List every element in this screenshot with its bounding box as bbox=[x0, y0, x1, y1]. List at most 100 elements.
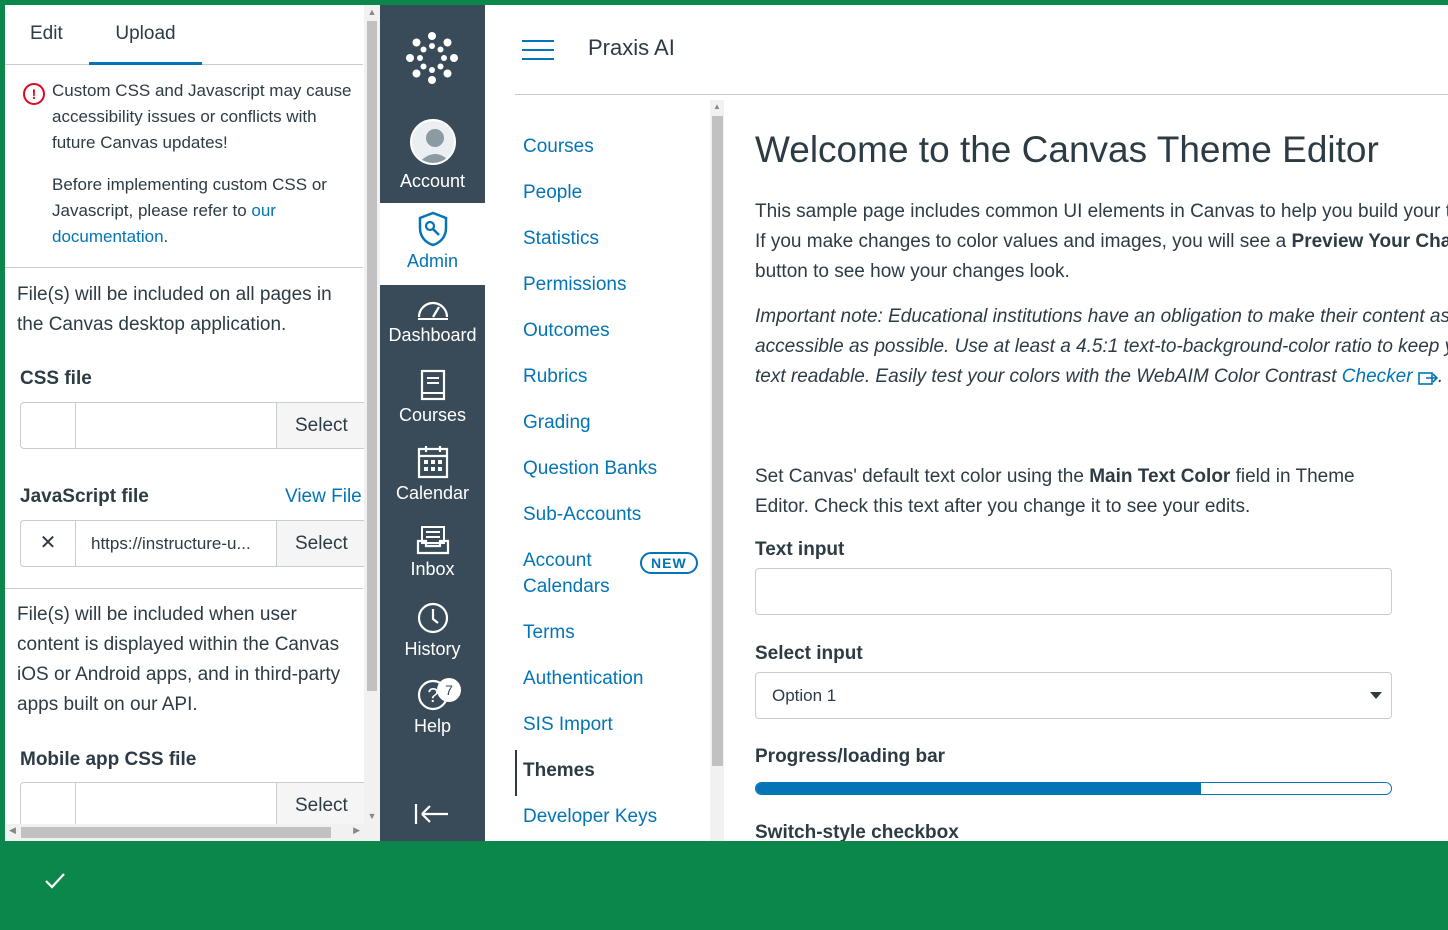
sample-select-input[interactable]: Option 1 bbox=[755, 672, 1392, 719]
nav-admin[interactable]: Admin bbox=[380, 203, 485, 285]
css-file-input[interactable]: Select bbox=[20, 402, 371, 449]
subnav-item-developer-keys[interactable]: Developer Keys bbox=[523, 804, 657, 830]
close-icon[interactable]: ✕ bbox=[21, 521, 76, 566]
nav-history-label: History bbox=[404, 639, 461, 659]
page-title: Praxis AI bbox=[588, 35, 675, 60]
inbox-icon bbox=[416, 526, 449, 555]
mobile-css-file-select-button[interactable]: Select bbox=[276, 783, 371, 828]
nav-history[interactable]: History bbox=[380, 601, 485, 660]
scroll-up-arrow-icon[interactable]: ▲ bbox=[713, 102, 721, 111]
scroll-down-arrow-icon[interactable]: ▼ bbox=[364, 811, 380, 821]
warning-icon: ! bbox=[23, 83, 45, 105]
check-icon bbox=[45, 873, 65, 889]
desktop-description: File(s) will be included on all pages in… bbox=[17, 284, 332, 335]
mobile-css-file-input[interactable]: Select bbox=[20, 782, 371, 829]
css-file-select-button[interactable]: Select bbox=[276, 403, 371, 448]
css-file-clear bbox=[21, 403, 76, 448]
global-navigation: Account Admin Dashboard Courses Calendar… bbox=[380, 5, 485, 841]
clock-icon bbox=[417, 602, 448, 634]
scrollbar-thumb[interactable] bbox=[21, 827, 331, 838]
js-file-input[interactable]: ✕ https://instructure-u... Select bbox=[20, 520, 371, 567]
documentation-note-suffix: . bbox=[163, 227, 169, 246]
nav-dashboard[interactable]: Dashboard bbox=[380, 295, 485, 346]
nav-inbox[interactable]: Inbox bbox=[380, 525, 485, 580]
css-file-label: CSS file bbox=[20, 368, 92, 389]
tab-upload[interactable]: Upload bbox=[89, 5, 202, 65]
subnav-item-themes[interactable]: Themes bbox=[523, 758, 595, 784]
subnav-item-authentication[interactable]: Authentication bbox=[523, 666, 643, 692]
nav-calendar[interactable]: Calendar bbox=[380, 445, 485, 504]
editor-horizontal-scrollbar[interactable]: ◀ ▶ bbox=[5, 824, 364, 841]
text-input-label: Text input bbox=[755, 539, 845, 560]
nav-courses-label: Courses bbox=[398, 405, 467, 425]
subnav-item-permissions[interactable]: Permissions bbox=[523, 272, 626, 298]
theme-preview-content: Welcome to the Canvas Theme Editor This … bbox=[755, 96, 1448, 841]
subnav-item-sub-accounts[interactable]: Sub-Accounts bbox=[523, 502, 641, 528]
nav-account[interactable]: Account bbox=[380, 119, 485, 203]
editor-vertical-scrollbar[interactable]: ▲ ▼ bbox=[364, 5, 380, 841]
canvas-logo-icon[interactable] bbox=[404, 30, 460, 86]
subnav-item-sis-import[interactable]: SIS Import bbox=[523, 712, 613, 738]
nav-courses[interactable]: Courses bbox=[380, 369, 485, 426]
divider bbox=[5, 267, 363, 268]
scroll-left-arrow-icon[interactable]: ◀ bbox=[9, 825, 16, 836]
dashboard-gauge-icon bbox=[417, 301, 448, 320]
js-file-label: JavaScript file bbox=[20, 486, 149, 507]
subnav-item-statistics[interactable]: Statistics bbox=[523, 226, 599, 252]
subnav-item-courses[interactable]: Courses bbox=[523, 134, 594, 160]
subnav-item-grading[interactable]: Grading bbox=[523, 410, 591, 436]
sample-text-input[interactable] bbox=[755, 568, 1392, 615]
documentation-note-prefix: Before implementing custom CSS or Javasc… bbox=[52, 175, 327, 220]
external-link-icon bbox=[1418, 372, 1438, 385]
subnav-item-outcomes[interactable]: Outcomes bbox=[523, 318, 610, 344]
documentation-note: Before implementing custom CSS or Javasc… bbox=[52, 172, 353, 250]
nav-inbox-label: Inbox bbox=[410, 559, 455, 579]
mobile-css-file-label: Mobile app CSS file bbox=[20, 749, 197, 770]
divider bbox=[5, 588, 363, 589]
js-file-select-button[interactable]: Select bbox=[276, 521, 371, 566]
collapse-nav-icon[interactable] bbox=[414, 802, 450, 826]
subnav-item-account-calendars[interactable]: Account Calendars bbox=[523, 548, 628, 600]
account-subnav: Courses People Statistics Permissions Ou… bbox=[515, 96, 725, 841]
chevron-down-icon bbox=[1370, 692, 1382, 699]
js-file-value: https://instructure-u... bbox=[91, 534, 251, 553]
subnav-item-question-banks[interactable]: Question Banks bbox=[523, 456, 657, 482]
switch-checkbox-label: Switch-style checkbox bbox=[755, 822, 959, 841]
scrollbar-thumb[interactable] bbox=[367, 21, 377, 691]
intro-bold: Preview Your Changes bbox=[1291, 231, 1448, 252]
warning-text: Custom CSS and Javascript may cause acce… bbox=[52, 81, 352, 152]
progress-bar-fill bbox=[756, 783, 1201, 794]
custom-code-warning: ! Custom CSS and Javascript may cause ac… bbox=[23, 78, 353, 250]
subnav-scrollbar[interactable]: ▲ bbox=[710, 100, 724, 841]
tab-edit[interactable]: Edit bbox=[30, 5, 63, 65]
nav-admin-label: Admin bbox=[406, 251, 459, 271]
app-frame: Edit Upload ! Custom CSS and Javascript … bbox=[5, 5, 1448, 841]
main-text-paragraph: Set Canvas' default text color using the… bbox=[755, 462, 1395, 522]
help-notification-badge: 7 bbox=[437, 678, 461, 702]
progress-label: Progress/loading bar bbox=[755, 746, 946, 767]
accessibility-note: Important note: Educational institutions… bbox=[755, 302, 1448, 392]
nav-help[interactable]: ? 7 Help bbox=[380, 678, 485, 737]
editor-tabs: Edit Upload bbox=[5, 5, 363, 65]
scroll-up-arrow-icon[interactable]: ▲ bbox=[364, 7, 380, 17]
nav-calendar-label: Calendar bbox=[395, 483, 470, 503]
subnav-item-terms[interactable]: Terms bbox=[523, 620, 575, 646]
hamburger-menu-icon[interactable] bbox=[522, 40, 554, 67]
subnav-item-people[interactable]: People bbox=[523, 180, 582, 206]
select-value: Option 1 bbox=[772, 686, 837, 705]
mobile-description: File(s) will be included when user conte… bbox=[17, 604, 341, 715]
scrollbar-thumb[interactable] bbox=[712, 116, 723, 766]
theme-editor-panel: Edit Upload ! Custom CSS and Javascript … bbox=[5, 5, 380, 841]
scroll-right-arrow-icon[interactable]: ▶ bbox=[353, 825, 360, 836]
book-icon bbox=[420, 369, 445, 401]
admin-shield-icon bbox=[418, 211, 447, 247]
intro-suffix: button to see how your changes look. bbox=[755, 261, 1070, 282]
top-header: Praxis AI bbox=[515, 5, 1448, 95]
view-file-link[interactable]: View File bbox=[285, 486, 362, 508]
contrast-checker-link-label: Checker bbox=[1341, 366, 1413, 387]
new-badge: NEW bbox=[640, 552, 698, 574]
avatar bbox=[409, 119, 456, 165]
active-indicator bbox=[515, 750, 517, 796]
contrast-checker-link[interactable]: Checker bbox=[1342, 366, 1438, 387]
subnav-item-rubrics[interactable]: Rubrics bbox=[523, 364, 587, 390]
